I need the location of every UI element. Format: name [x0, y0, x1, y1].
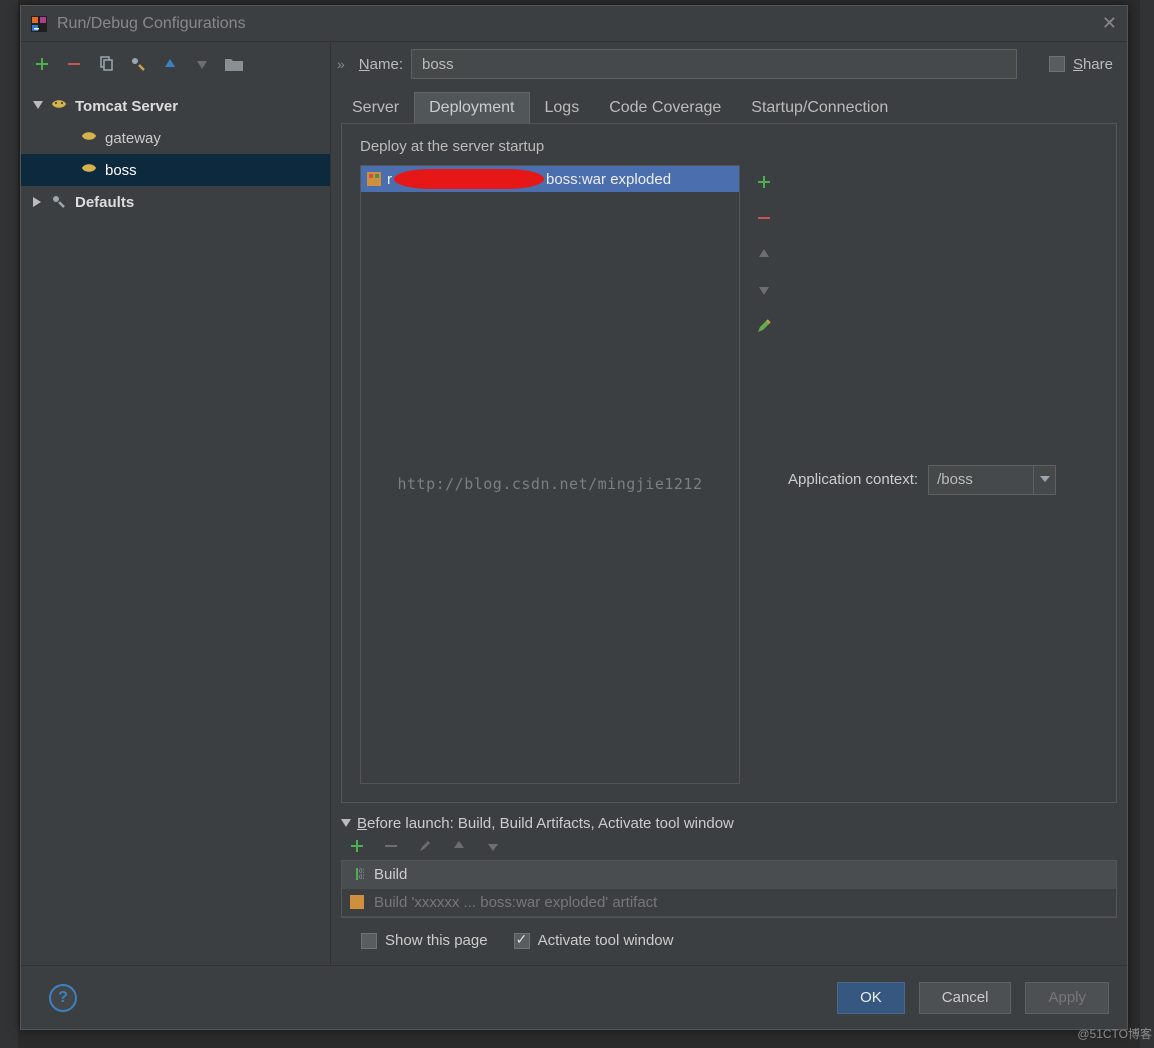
dialog-title: Run/Debug Configurations [57, 15, 246, 33]
tab-server[interactable]: Server [337, 92, 414, 123]
bl-row-build[interactable]: 0101 Build [342, 861, 1116, 889]
tree-item-label: boss [105, 162, 137, 179]
artifact-down-icon [755, 281, 773, 299]
apply-button[interactable]: Apply [1025, 982, 1109, 1014]
chevrons-icon[interactable]: » [337, 56, 345, 72]
artifact-suffix: boss:war exploded [546, 171, 671, 188]
artifact-prefix: r [387, 171, 392, 188]
remove-icon[interactable] [65, 55, 83, 73]
tomcat-icon [81, 130, 97, 146]
tomcat-icon [81, 162, 97, 178]
cancel-button[interactable]: Cancel [919, 982, 1012, 1014]
deploy-list[interactable]: r boss:war exploded http://blog.csdn.net… [360, 165, 740, 784]
intellij-icon [31, 16, 47, 32]
watermark-text: http://blog.csdn.net/mingjie1212 [361, 475, 739, 493]
redacted-overlay [394, 169, 544, 189]
chevron-down-icon[interactable] [1033, 466, 1055, 494]
bl-down-icon [485, 838, 501, 854]
deploy-vertical-toolbar [750, 165, 778, 784]
background-right-strip [1140, 0, 1154, 1048]
artifact-icon [350, 895, 366, 911]
ok-button[interactable]: OK [837, 982, 905, 1014]
tree-item-gateway[interactable]: gateway [21, 122, 330, 154]
bl-remove-icon [383, 838, 399, 854]
show-page-checkbox[interactable] [361, 933, 377, 949]
expand-arrow-icon [341, 819, 351, 829]
tab-deployment[interactable]: Deployment [414, 92, 529, 123]
bl-row-label: Build 'xxxxxx ... boss:war exploded' art… [374, 894, 657, 911]
dialog-button-bar: ? OK Cancel Apply [21, 965, 1127, 1029]
tab-code-coverage[interactable]: Code Coverage [594, 92, 736, 123]
move-up-icon[interactable] [161, 55, 179, 73]
bl-up-icon [451, 838, 467, 854]
copy-icon[interactable] [97, 55, 115, 73]
background-left-strip [0, 0, 18, 1048]
share-label: Share [1073, 56, 1113, 73]
bl-add-icon[interactable] [349, 838, 365, 854]
tree-group-tomcat[interactable]: Tomcat Server [21, 90, 330, 122]
wrench-icon [51, 194, 67, 210]
name-label: Name: [359, 56, 403, 73]
activate-window-label: Activate tool window [538, 932, 674, 949]
tabs: Server Deployment Logs Code Coverage Sta… [331, 86, 1127, 123]
tab-logs[interactable]: Logs [530, 92, 595, 123]
add-icon[interactable] [33, 55, 51, 73]
edit-artifact-icon[interactable] [755, 317, 773, 335]
help-button[interactable]: ? [49, 984, 77, 1012]
name-input[interactable] [411, 49, 1017, 79]
tree-group-label: Defaults [75, 194, 134, 211]
activate-window-checkbox[interactable] [514, 933, 530, 949]
expand-arrow-icon [33, 101, 43, 111]
tomcat-icon [51, 98, 67, 114]
artifact-up-icon [755, 245, 773, 263]
svg-text:01: 01 [359, 875, 364, 881]
settings-icon[interactable] [129, 55, 147, 73]
deploy-artifact-item[interactable]: r boss:war exploded [361, 166, 739, 192]
add-artifact-icon[interactable] [755, 173, 773, 191]
tab-startup-connection[interactable]: Startup/Connection [736, 92, 903, 123]
build-icon: 0101 [350, 867, 366, 883]
corner-watermark: @51CTO博客 [1077, 1025, 1152, 1042]
show-page-label: Show this page [385, 932, 488, 949]
tree-group-label: Tomcat Server [75, 98, 178, 115]
bl-row-label: Build [374, 866, 407, 883]
config-tree[interactable]: Tomcat Server gateway boss Defaults [21, 86, 330, 965]
app-context-input[interactable] [929, 466, 1033, 494]
bl-row-artifact[interactable]: Build 'xxxxxx ... boss:war exploded' art… [342, 889, 1116, 917]
app-context-label: Application context: [788, 471, 918, 488]
left-panel: Tomcat Server gateway boss Defaults [21, 42, 331, 965]
deployment-panel: Deploy at the server startup r boss:war … [341, 123, 1117, 803]
tree-item-label: gateway [105, 130, 161, 147]
tree-item-boss[interactable]: boss [21, 154, 330, 186]
left-toolbar [21, 42, 330, 86]
share-checkbox[interactable] [1049, 56, 1065, 72]
right-panel: » Name: Share Server Deployment Logs Cod… [331, 42, 1127, 965]
collapse-arrow-icon [33, 197, 43, 207]
bl-edit-icon [417, 838, 433, 854]
app-context-combo[interactable] [928, 465, 1056, 495]
before-launch-list[interactable]: 0101 Build Build 'xxxxxx ... boss:war ex… [341, 860, 1117, 918]
close-icon[interactable]: ✕ [1102, 13, 1117, 34]
deploy-section-label: Deploy at the server startup [360, 138, 1098, 155]
before-launch-header[interactable]: Before launch: Build, Build Artifacts, A… [341, 815, 1117, 832]
run-debug-dialog: Run/Debug Configurations ✕ Tomcat Server [20, 5, 1128, 1030]
remove-artifact-icon[interactable] [755, 209, 773, 227]
before-launch-section: Before launch: Build, Build Artifacts, A… [341, 815, 1117, 949]
move-down-icon [193, 55, 211, 73]
folder-icon[interactable] [225, 55, 243, 73]
tree-group-defaults[interactable]: Defaults [21, 186, 330, 218]
title-bar: Run/Debug Configurations ✕ [21, 6, 1127, 42]
artifact-icon [367, 172, 381, 186]
